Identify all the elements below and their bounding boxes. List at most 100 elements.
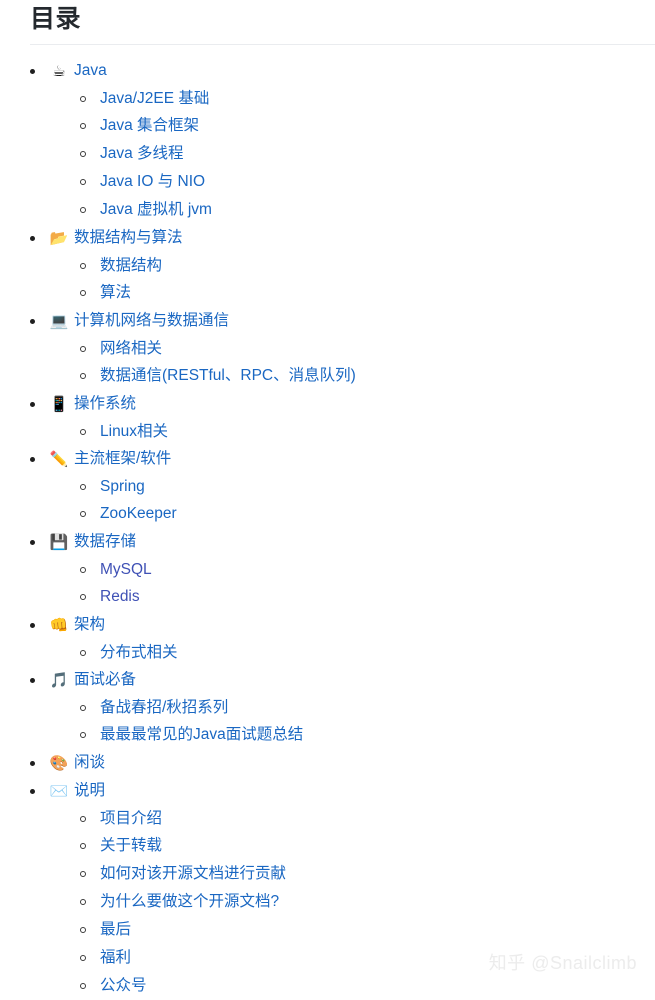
outline-group: ☕Java Java/J2EE 基础 Java 集合框架 Java 多线程 Java I… [0,57,655,224]
outline-child-link[interactable]: Java 集合框架 [100,116,199,136]
outline-child[interactable]: ZooKeeper [0,500,655,528]
outline-group-header[interactable]: 💻 计算机网络与数据通信 [0,307,655,335]
bullet-circle-icon [80,151,86,157]
outline-child[interactable]: Java 集合框架 [0,112,655,140]
bullet-circle-icon [80,927,86,933]
fist-icon: 👊 [49,618,69,633]
bullet-disc-icon [30,69,35,74]
outline-child-link[interactable]: 为什么要做这个开源文档? [100,892,279,912]
outline-child[interactable]: 项目介绍 [0,805,655,832]
musical-note-icon: 🎵 [49,673,69,688]
bullet-disc-icon [30,402,35,407]
outline-child-link[interactable]: Java 虚拟机 jvm [100,200,212,220]
outline-child-link[interactable]: 分布式相关 [100,643,178,663]
outline-child-link[interactable]: 算法 [100,283,131,303]
outline-child-link[interactable]: ZooKeeper [100,504,177,524]
bullet-disc-icon [30,789,35,794]
outline-child[interactable]: 算法 [0,279,655,307]
bullet-circle-icon [80,484,86,490]
outline-child-link[interactable]: 福利 [100,948,131,968]
outline-group-header[interactable]: 👊 架构 [0,611,655,639]
outline-child-link[interactable]: 网络相关 [100,339,162,359]
outline-group: 🎨闲谈 [0,749,655,777]
outline-child[interactable]: Java 多线程 [0,140,655,168]
folder-icon: 📂 [49,231,69,246]
outline-group-link[interactable]: 数据结构与算法 [74,228,183,248]
outline-child[interactable]: 数据结构 [0,252,655,279]
outline-child-link[interactable]: Spring [100,477,145,497]
outline-child[interactable]: Linux相关 [0,418,655,445]
outline-group: 👊 架构分布式相关 [0,611,655,666]
outline-child[interactable]: Java IO 与 NIO [0,168,655,196]
outline-child[interactable]: 如何对该开源文档进行贡献 [0,860,655,888]
outline-child[interactable]: 最最最常见的Java面试题总结 [0,721,655,749]
outline-child-link[interactable]: Linux相关 [100,422,168,442]
outline-child[interactable]: 关于转载 [0,832,655,860]
outline-child-link[interactable]: 数据结构 [100,256,162,276]
outline-child-link[interactable]: MySQL [100,560,152,580]
outline-child-link[interactable]: Java 多线程 [100,144,184,164]
outline-group-header[interactable]: 🎵 面试必备 [0,666,655,694]
outline-children: 网络相关数据通信(RESTful、RPC、消息队列) [0,335,655,390]
floppy-disk-icon: 💾 [49,535,69,550]
bullet-circle-icon [80,843,86,849]
outline-group-header[interactable]: 🎨闲谈 [0,749,655,777]
outline-child-link[interactable]: 数据通信(RESTful、RPC、消息队列) [100,366,356,386]
outline-child-link[interactable]: 最后 [100,920,131,940]
outline-group-link[interactable]: 计算机网络与数据通信 [74,311,229,331]
bullet-disc-icon [30,236,35,241]
outline-group-header[interactable]: ✉️说明 [0,777,655,805]
outline-group-header[interactable]: 💾 数据存储 [0,528,655,556]
outline-child[interactable]: Spring [0,473,655,500]
outline-child[interactable]: Java/J2EE 基础 [0,85,655,112]
outline-child-link[interactable]: 关于转载 [100,836,162,856]
outline-group-link[interactable]: 数据存储 [74,532,136,552]
outline-child-link[interactable]: 如何对该开源文档进行贡献 [100,864,286,884]
outline-group-link[interactable]: 架构 [74,615,105,635]
outline-group-link[interactable]: 闲谈 [74,753,105,773]
bullet-circle-icon [80,650,86,656]
outline-child[interactable]: 备战春招/秋招系列 [0,694,655,721]
outline-group: 💻 计算机网络与数据通信网络相关数据通信(RESTful、RPC、消息队列) [0,307,655,390]
outline-child[interactable]: 数据通信(RESTful、RPC、消息队列) [0,362,655,390]
outline-children: 备战春招/秋招系列最最最常见的Java面试题总结 [0,694,655,749]
table-of-contents: ☕Java Java/J2EE 基础 Java 集合框架 Java 多线程 Java I… [0,57,655,1000]
bullet-circle-icon [80,373,86,379]
bullet-circle-icon [80,290,86,296]
outline-child-link[interactable]: Redis [100,587,140,607]
outline-child[interactable]: MySQL [0,556,655,583]
outline-children: 数据结构算法 [0,252,655,307]
outline-group-header[interactable]: ☕Java [0,57,655,85]
outline-child-link[interactable]: 项目介绍 [100,809,162,829]
laptop-icon: 💻 [49,314,69,329]
outline-child-link[interactable]: 备战春招/秋招系列 [100,698,228,718]
outline-child[interactable]: Redis [0,583,655,611]
outline-group-header[interactable]: ✏️主流框架/软件 [0,445,655,473]
outline-child[interactable]: 网络相关 [0,335,655,362]
outline-group-header[interactable]: 📂 数据结构与算法 [0,224,655,252]
watermark: 知乎 @Snailclimb [489,952,637,974]
bullet-circle-icon [80,179,86,185]
outline-child[interactable]: 公众号 [0,972,655,1000]
bullet-disc-icon [30,678,35,683]
outline-child[interactable]: 分布式相关 [0,639,655,666]
outline-child-link[interactable]: Java/J2EE 基础 [100,89,209,109]
outline-group-link[interactable]: 主流框架/软件 [74,449,171,469]
outline-group-link[interactable]: 操作系统 [74,394,136,414]
outline-child-link[interactable]: 最最最常见的Java面试题总结 [100,725,303,745]
outline-group-link[interactable]: 说明 [74,781,105,801]
outline-group: 💾 数据存储 MySQL Redis [0,528,655,611]
outline-group-header[interactable]: 📱 操作系统 [0,390,655,418]
outline-child[interactable]: 为什么要做这个开源文档? [0,888,655,916]
outline-child-link[interactable]: Java IO 与 NIO [100,172,205,192]
bullet-circle-icon [80,429,86,435]
outline-group-link[interactable]: Java [74,61,107,81]
outline-group-link[interactable]: 面试必备 [74,670,136,690]
mobile-phone-icon: 📱 [49,397,69,412]
outline-child-link[interactable]: 公众号 [100,976,147,996]
outline-child[interactable]: Java 虚拟机 jvm [0,196,655,224]
bullet-circle-icon [80,263,86,269]
outline-child[interactable]: 最后 [0,916,655,944]
bullet-circle-icon [80,705,86,711]
outline-children: Java/J2EE 基础 Java 集合框架 Java 多线程 Java IO 与 N… [0,85,655,224]
